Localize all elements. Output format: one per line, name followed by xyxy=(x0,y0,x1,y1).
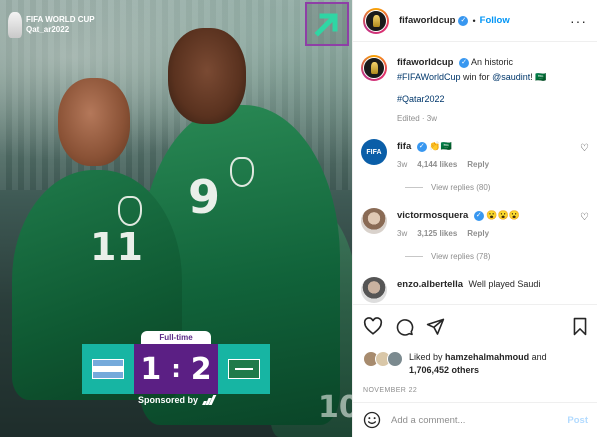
comment-username[interactable]: enzo.albertella xyxy=(397,279,463,290)
caption-text-mid: win for xyxy=(463,72,490,82)
liked-by-and: and xyxy=(531,352,547,362)
trophy-icon xyxy=(372,14,380,27)
liked-by-user[interactable]: hamzehalmahmoud xyxy=(445,352,529,362)
comment-item: enzo.albertella Well played Saudi xyxy=(353,277,597,303)
player-left-head xyxy=(58,78,130,166)
caption: fifaworldcup ✓ An historic #FIFAWorldCup… xyxy=(353,42,597,123)
comment-username[interactable]: victormosquera xyxy=(397,210,468,221)
argentina-flag-icon xyxy=(92,359,124,379)
team-right xyxy=(218,344,270,394)
verified-badge-icon: ✓ xyxy=(416,141,427,152)
instagram-post-modal: 11 9 10 FIFA WORLD CUP Qat_ar2022 Full-t… xyxy=(0,0,597,437)
logo-line-1: FIFA WORLD CUP xyxy=(26,15,95,24)
saudi-arabia-flag-icon xyxy=(228,359,260,379)
post-button[interactable]: Post xyxy=(567,415,588,426)
hashtag-link[interactable]: #Qatar2022 xyxy=(397,94,445,104)
team-crest xyxy=(230,157,254,187)
share-paper-plane-icon[interactable] xyxy=(426,317,445,336)
liker-avatars xyxy=(363,351,405,367)
view-replies-button[interactable]: View replies (80) xyxy=(353,183,597,192)
arrow-up-right-icon xyxy=(305,2,349,46)
view-replies-button[interactable]: View replies (78) xyxy=(353,252,597,261)
more-options-icon[interactable]: ··· xyxy=(570,13,587,29)
dot-separator: • xyxy=(472,15,476,26)
like-heart-icon[interactable] xyxy=(363,317,383,335)
sponsor-label: Sponsored by xyxy=(138,395,199,405)
liked-by-prefix: Liked by xyxy=(409,352,443,362)
score: 1 : 2 xyxy=(134,344,218,394)
comment-time[interactable]: 3w xyxy=(397,160,407,169)
comment-item: FIFA fifa ✓ 👏🇸🇦 3w 4,144 likes Reply ♡ xyxy=(353,139,597,169)
add-comment-bar: Post xyxy=(353,402,597,437)
caption-text-end: ! 🇸🇦 xyxy=(530,72,547,82)
world-cup-logo: FIFA WORLD CUP Qat_ar2022 xyxy=(8,12,95,38)
comment-input[interactable] xyxy=(391,414,558,426)
sponsor-line: Sponsored by xyxy=(138,395,217,405)
trophy-icon xyxy=(370,62,378,74)
bookmark-icon[interactable] xyxy=(572,317,588,336)
caption-text: An historic xyxy=(471,57,514,67)
divider-line xyxy=(405,187,423,188)
view-replies-label[interactable]: View replies (78) xyxy=(431,252,490,261)
author-username[interactable]: fifaworldcup xyxy=(399,15,455,26)
comment-username[interactable]: fifa xyxy=(397,141,411,152)
comment-text: 😮😮😮 xyxy=(486,210,520,220)
comment-time[interactable]: 3w xyxy=(397,229,407,238)
jersey-number: 10 xyxy=(318,390,352,425)
liked-by-count[interactable]: 1,706,452 others xyxy=(409,365,479,375)
comment-item: victormosquera ✓ 😮😮😮 3w 3,125 likes Repl… xyxy=(353,208,597,238)
verified-badge-icon: ✓ xyxy=(459,57,469,68)
comments-list[interactable]: fifaworldcup ✓ An historic #FIFAWorldCup… xyxy=(353,42,597,304)
verified-badge-icon: ✓ xyxy=(458,15,469,26)
team-left xyxy=(82,344,134,394)
caption-meta: Edited · 3w xyxy=(397,114,438,123)
verified-badge-icon: ✓ xyxy=(473,210,484,221)
comment-text: 👏🇸🇦 xyxy=(429,141,452,151)
divider-line xyxy=(405,256,423,257)
post-date[interactable]: NOVEMBER 22 xyxy=(363,387,588,394)
comment-text: Well played Saudi xyxy=(468,279,541,289)
post-side-panel: fifaworldcup ✓ • Follow ··· fifaworldcup… xyxy=(352,0,597,437)
reply-button[interactable]: Reply xyxy=(467,160,489,169)
jersey-number: 11 xyxy=(90,225,143,269)
likes-summary[interactable]: Liked by hamzehalmahmoud and 1,706,452 o… xyxy=(363,351,588,377)
score-left: 1 xyxy=(140,351,162,387)
like-comment-heart-icon[interactable]: ♡ xyxy=(580,139,590,169)
post-header: fifaworldcup ✓ • Follow ··· xyxy=(353,0,597,42)
score-separator: : xyxy=(171,355,181,383)
commenter-avatar[interactable] xyxy=(361,277,387,303)
caption-username[interactable]: fifaworldcup xyxy=(397,57,453,68)
reply-button[interactable]: Reply xyxy=(467,229,489,238)
commenter-avatar[interactable] xyxy=(361,208,387,234)
author-avatar[interactable] xyxy=(363,7,389,34)
post-actions: Liked by hamzehalmahmoud and 1,706,452 o… xyxy=(353,304,597,394)
player-right-head xyxy=(168,28,246,124)
adidas-logo-icon xyxy=(202,395,217,405)
score-right: 2 xyxy=(190,351,212,387)
team-crest xyxy=(118,196,142,226)
view-replies-label[interactable]: View replies (80) xyxy=(431,183,490,192)
commenter-avatar[interactable]: FIFA xyxy=(361,139,387,165)
mention-link[interactable]: @saudint xyxy=(492,72,530,82)
author-avatar[interactable] xyxy=(361,55,387,81)
follow-button[interactable]: Follow xyxy=(480,15,510,26)
comment-bubble-icon[interactable] xyxy=(395,317,414,336)
jersey-number: 9 xyxy=(188,170,221,224)
scoreboard: Full-time 1 : 2 xyxy=(82,331,270,394)
like-comment-heart-icon[interactable]: ♡ xyxy=(580,208,590,238)
trophy-icon xyxy=(8,12,22,38)
emoji-icon[interactable] xyxy=(363,411,381,429)
comment-likes[interactable]: 4,144 likes xyxy=(417,160,457,169)
hashtag-link[interactable]: #FIFAWorldCup xyxy=(397,72,461,82)
comment-likes[interactable]: 3,125 likes xyxy=(417,229,457,238)
logo-line-2: Qat_ar2022 xyxy=(26,25,70,34)
full-time-label: Full-time xyxy=(141,331,211,344)
post-media[interactable]: 11 9 10 FIFA WORLD CUP Qat_ar2022 Full-t… xyxy=(0,0,352,437)
